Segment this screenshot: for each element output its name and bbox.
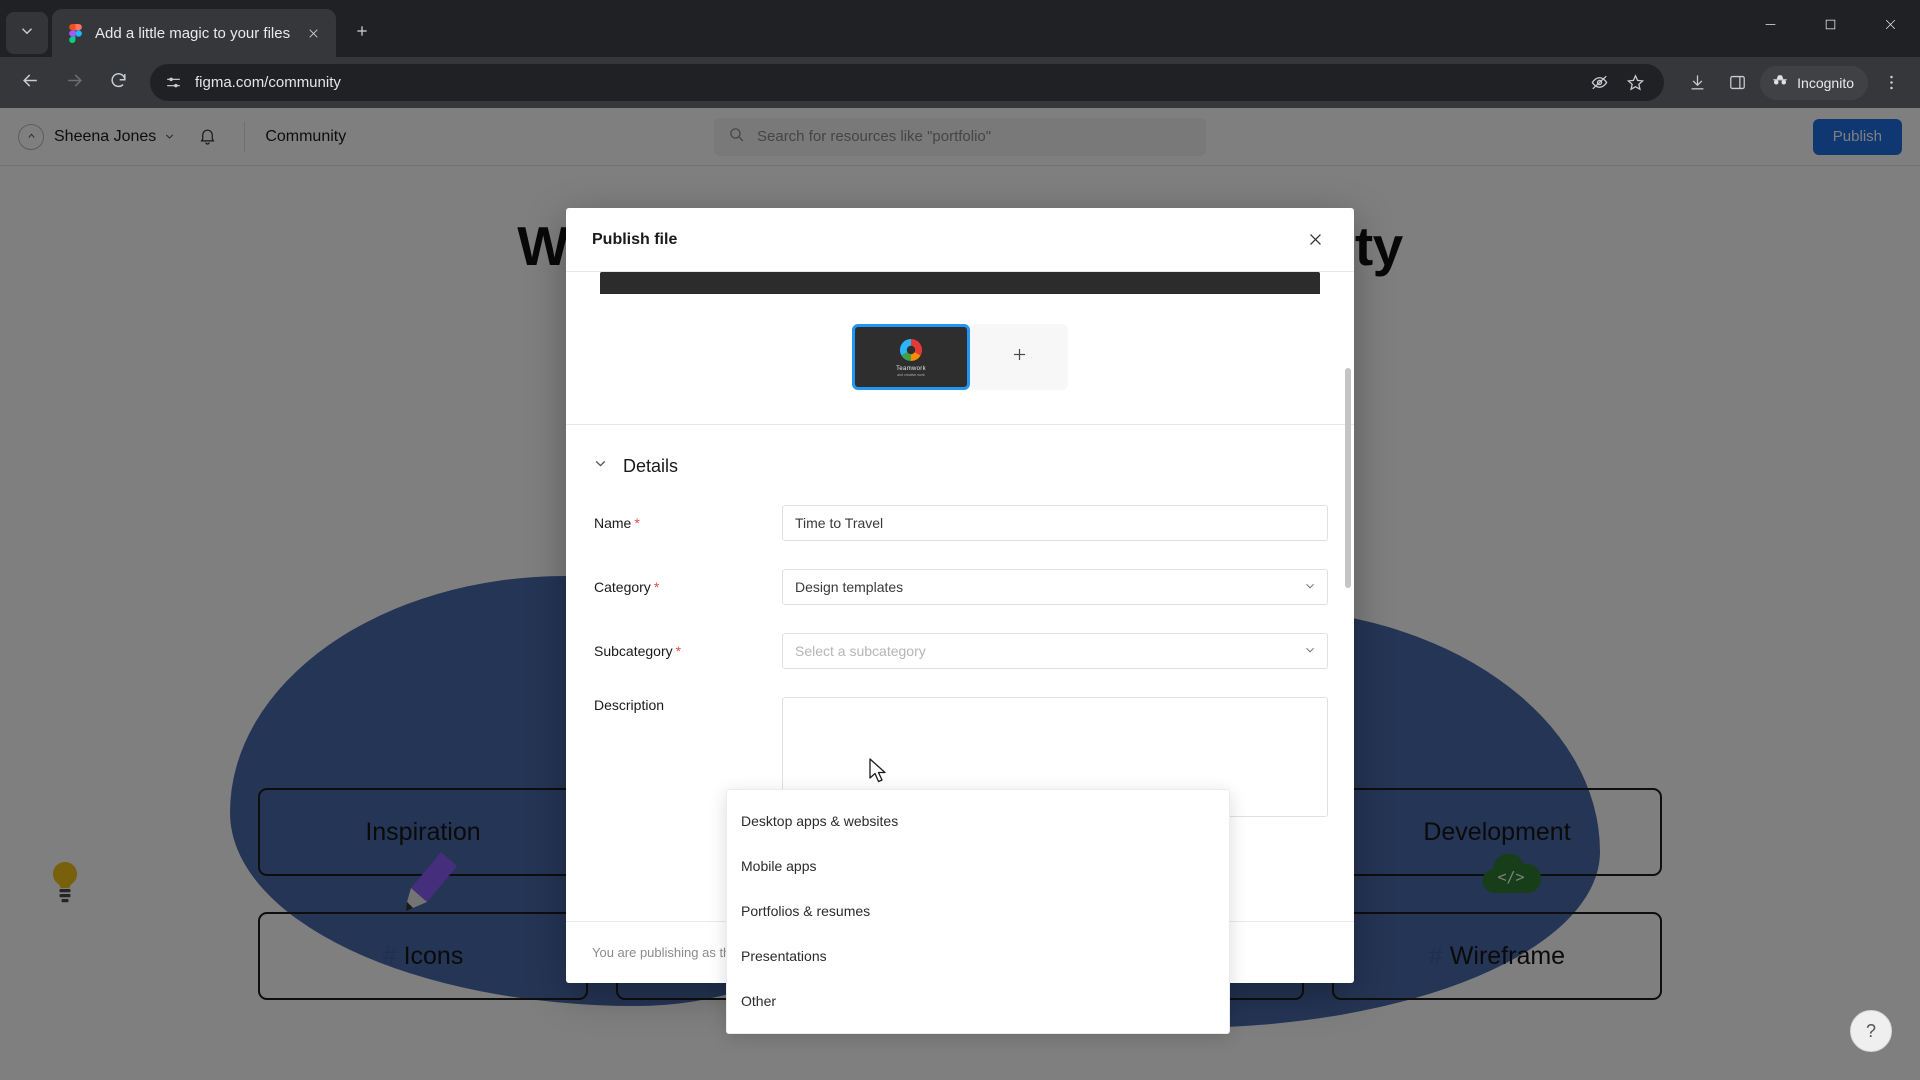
window-close-button[interactable] [1860, 0, 1920, 48]
back-arrow-icon [21, 71, 40, 95]
category-select[interactable]: Design templates [782, 569, 1328, 605]
browser-address-bar: figma.com/community Incognito [0, 57, 1920, 108]
thumbnail-title: Teamwork [896, 365, 926, 372]
thumbnail-subtitle: and creative work [897, 373, 925, 378]
omnibox-actions [1582, 66, 1652, 100]
help-button[interactable]: ? [1850, 1010, 1892, 1052]
browser-tab-strip: Add a little magic to your files [0, 0, 1920, 57]
dropdown-option[interactable]: Presentations [727, 933, 1229, 978]
field-label-text: Name [594, 515, 632, 531]
subcategory-label: Subcategory * [592, 643, 782, 659]
plus-icon [354, 23, 370, 44]
subcategory-select[interactable]: Select a subcategory [782, 633, 1328, 669]
form-row-subcategory: Subcategory * Select a subcategory [592, 633, 1328, 669]
window-minimize-button[interactable] [1740, 0, 1800, 48]
subcategory-select-value: Select a subcategory [795, 643, 926, 659]
site-settings-icon[interactable] [164, 73, 183, 92]
omnibox[interactable]: figma.com/community [150, 64, 1665, 101]
category-label: Category * [592, 579, 782, 595]
dialog-title: Publish file [592, 230, 678, 248]
dropdown-option[interactable]: Mobile apps [727, 843, 1229, 888]
name-input-value: Time to Travel [795, 515, 884, 531]
star-icon[interactable] [1618, 66, 1652, 100]
tab-title: Add a little magic to your files [95, 24, 291, 42]
reload-button[interactable] [98, 63, 138, 103]
incognito-icon [1771, 71, 1789, 94]
dropdown-option[interactable]: Other [727, 978, 1229, 1023]
teamwork-logo-icon [898, 337, 924, 363]
field-label-text: Category [594, 579, 651, 595]
thumbnail-option-selected[interactable]: Teamwork and creative work [852, 324, 970, 390]
incognito-label: Incognito [1797, 74, 1854, 91]
figma-icon [66, 23, 85, 43]
tab-close-button[interactable] [300, 20, 326, 46]
dropdown-option[interactable]: Portfolios & resumes [727, 888, 1229, 933]
thumbnail-picker: Teamwork and creative work [592, 324, 1328, 424]
description-label: Description [592, 697, 782, 713]
window-maximize-button[interactable] [1800, 0, 1860, 48]
details-form: Name * Time to Travel Category * Design te… [566, 477, 1354, 817]
add-thumbnail-button[interactable] [970, 324, 1068, 390]
new-tab-button[interactable] [344, 15, 380, 51]
dialog-header: Publish file [566, 208, 1354, 272]
required-asterisk: * [634, 515, 640, 531]
reload-icon [109, 71, 128, 95]
tab-search-button[interactable] [6, 12, 48, 54]
download-icon[interactable] [1678, 64, 1716, 102]
name-label: Name * [592, 515, 782, 531]
browser-tab[interactable]: Add a little magic to your files [52, 9, 337, 57]
name-input[interactable]: Time to Travel [782, 505, 1328, 541]
chevron-down-icon [18, 22, 36, 45]
plus-icon [1010, 345, 1029, 369]
chevron-down-icon [592, 455, 609, 477]
browser-toolbar-actions: Incognito [1678, 64, 1910, 102]
screen: Add a little magic to your files figma.c… [0, 0, 1920, 1080]
details-section-label: Details [623, 455, 679, 476]
dialog-scrollbar[interactable] [1345, 368, 1351, 588]
window-controls [1740, 0, 1920, 48]
url-text: figma.com/community [195, 74, 341, 91]
incognito-indicator[interactable]: Incognito [1760, 65, 1868, 100]
three-dots-icon[interactable] [1872, 64, 1910, 102]
publishing-as-note: You are publishing as the [592, 945, 738, 960]
thumbnail-preview-strip [600, 272, 1320, 294]
field-label-text: Subcategory [594, 643, 673, 659]
required-asterisk: * [653, 579, 660, 595]
close-icon[interactable] [1300, 225, 1330, 255]
category-select-value: Design templates [795, 579, 904, 595]
subcategory-dropdown-menu: Desktop apps & websites Mobile apps Port… [726, 789, 1230, 1034]
back-button[interactable] [10, 63, 50, 103]
eye-off-icon[interactable] [1582, 66, 1616, 100]
required-asterisk: * [675, 643, 682, 659]
chevron-down-icon [1303, 579, 1317, 596]
form-row-category: Category * Design templates [592, 569, 1328, 605]
side-panel-icon[interactable] [1718, 64, 1756, 102]
form-row-name: Name * Time to Travel [592, 505, 1328, 541]
dropdown-option[interactable]: Desktop apps & websites [727, 798, 1229, 843]
forward-button[interactable] [54, 63, 94, 103]
details-section-toggle[interactable]: Details [566, 425, 1354, 477]
field-label-text: Description [594, 697, 665, 713]
thumbnail-section: Teamwork and creative work [566, 272, 1354, 424]
chevron-down-icon [1303, 643, 1317, 660]
forward-arrow-icon [65, 71, 84, 95]
